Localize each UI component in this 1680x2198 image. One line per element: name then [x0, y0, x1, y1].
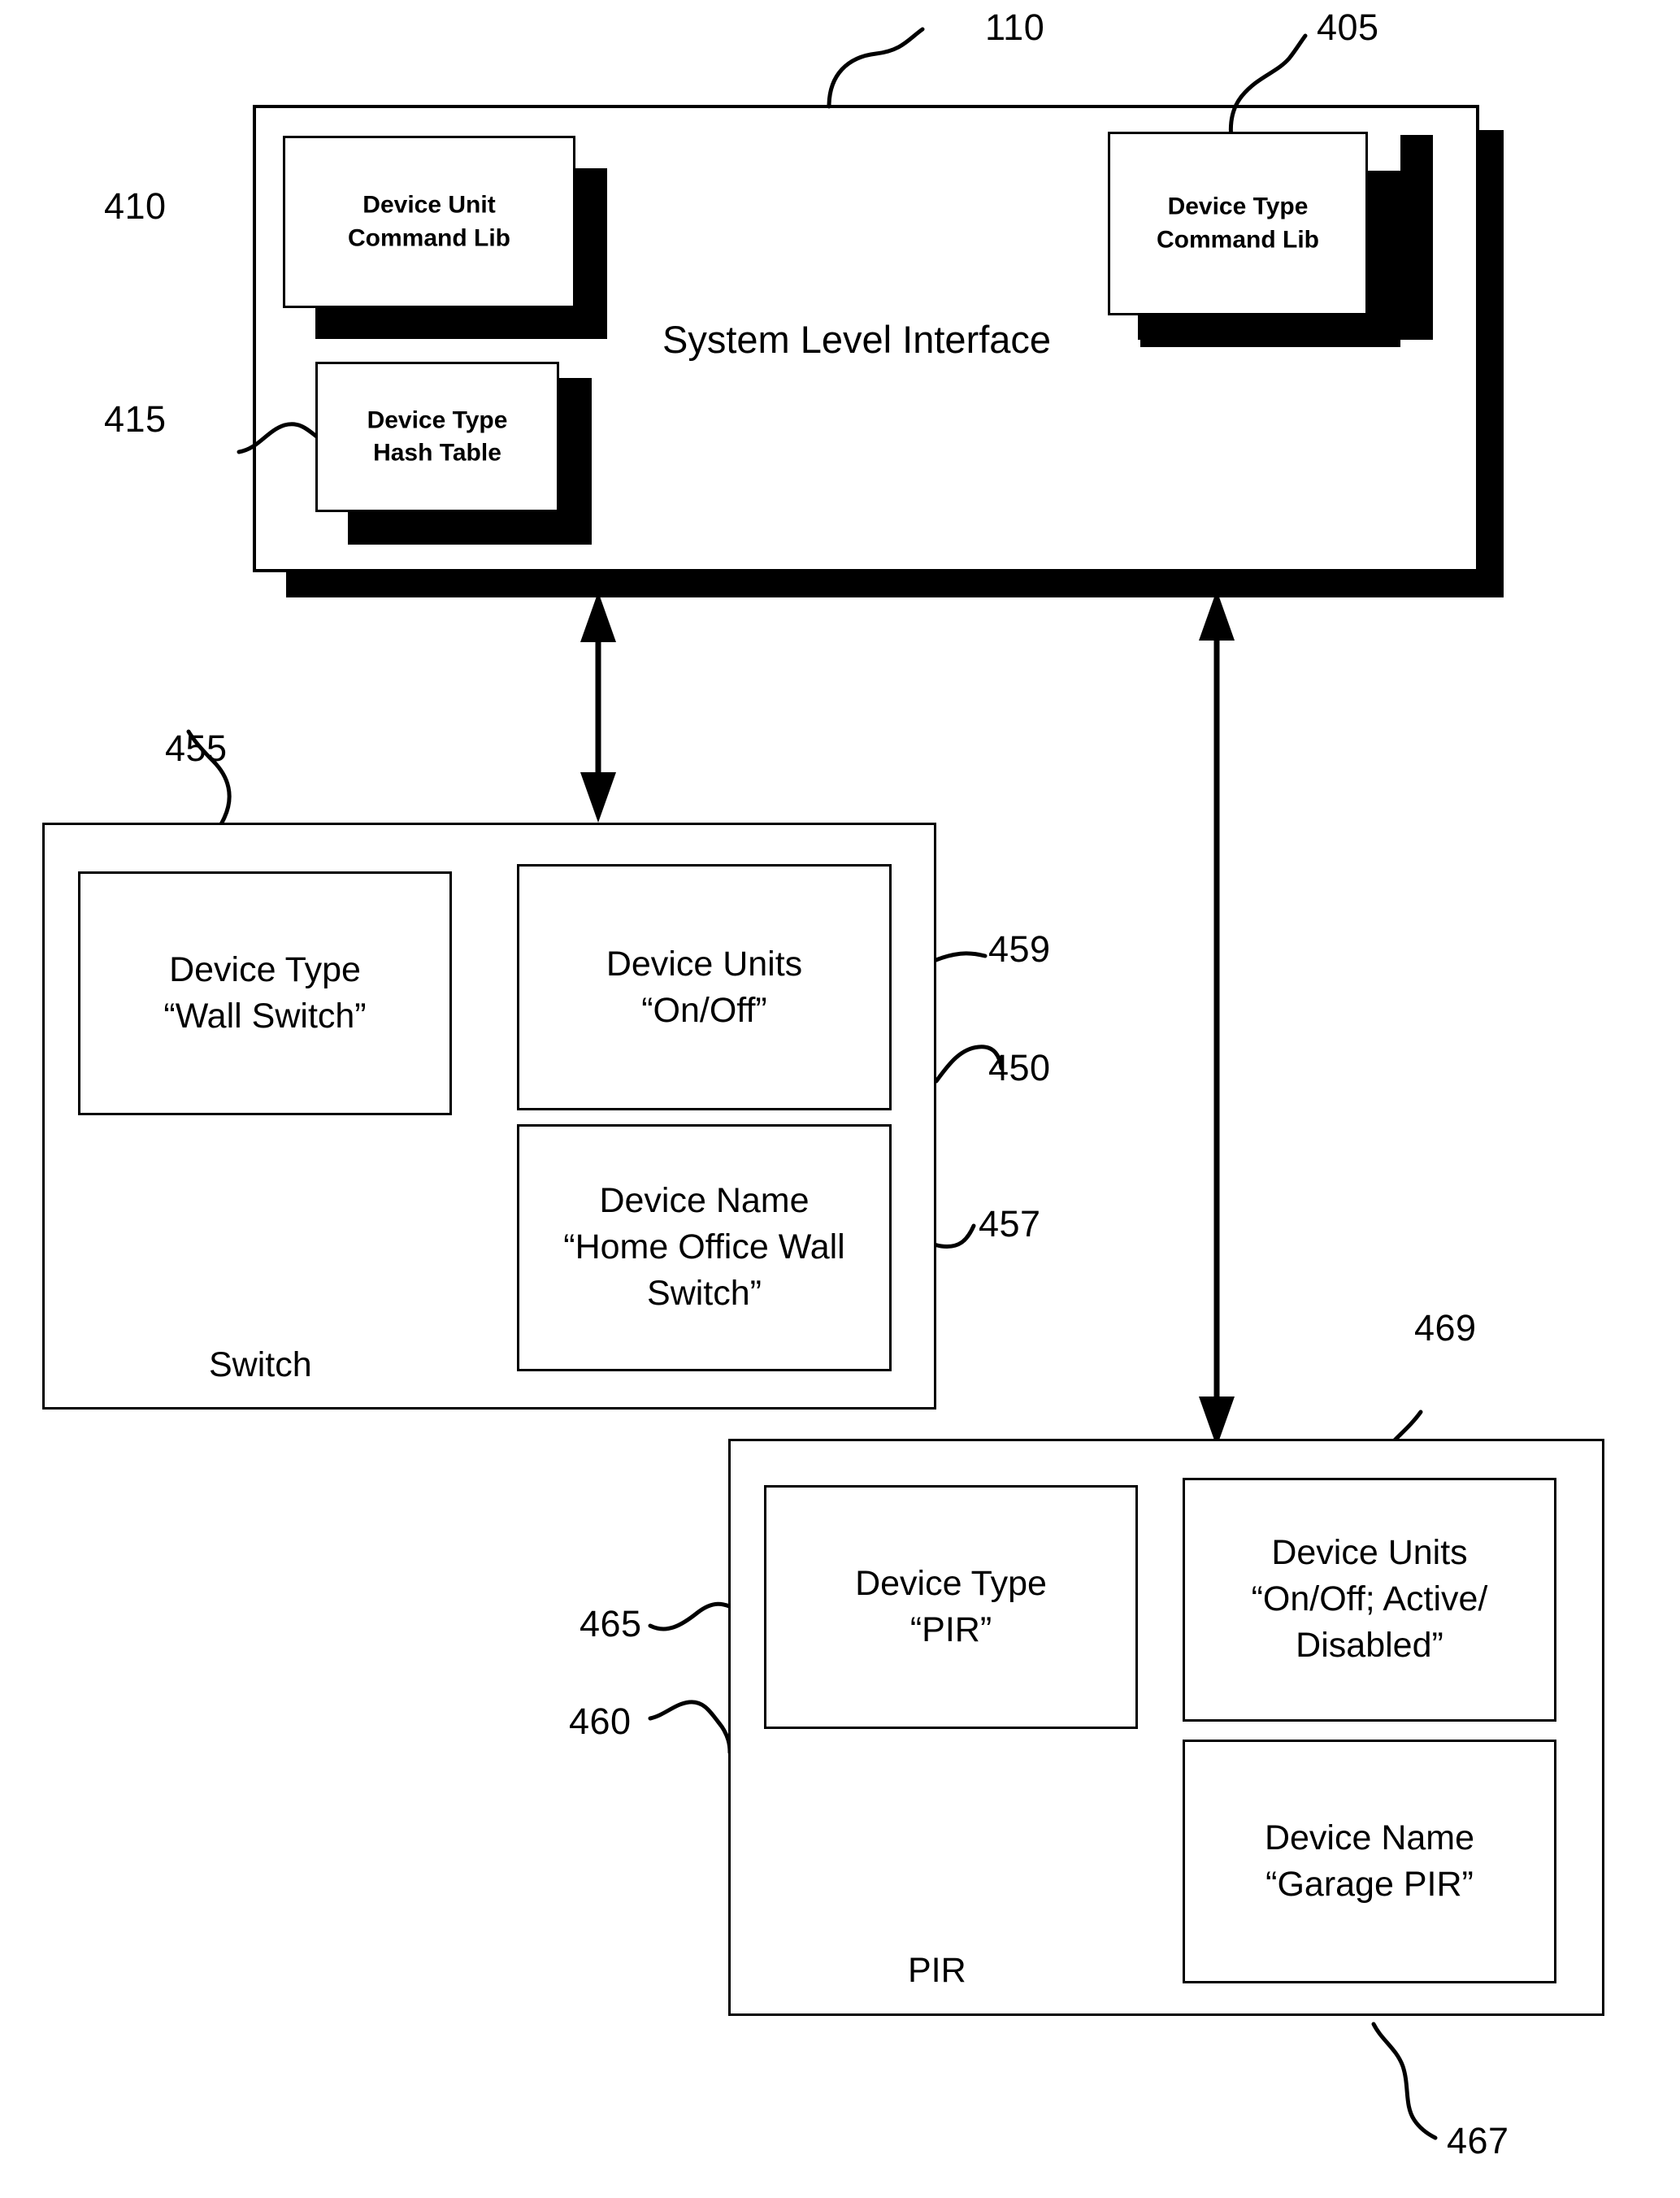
pir-device-name-box: Device Name “Garage PIR” — [1183, 1740, 1556, 1983]
switch-device-type-label: Device Type “Wall Switch” — [163, 949, 367, 1036]
device-type-command-lib-label: Device Type Command Lib — [1157, 193, 1319, 254]
ref-number-467: 467 — [1447, 2120, 1509, 2161]
ref-number-469: 469 — [1414, 1307, 1477, 1349]
system-level-interface-title: System Level Interface — [662, 318, 1052, 361]
switch-device-units-label: Device Units “On/Off” — [606, 944, 803, 1030]
ref-number-460: 460 — [569, 1701, 632, 1742]
connector-sli-switch-arrowhead-up — [580, 592, 616, 642]
switch-device-units-box: Device Units “On/Off” — [517, 864, 892, 1110]
ref-number-415: 415 — [104, 398, 167, 440]
pir-device-type-box: Device Type “PIR” — [764, 1485, 1138, 1729]
leader-line-110 — [827, 27, 925, 109]
device-unit-command-lib-box: Device Unit Command Lib — [283, 136, 575, 308]
device-type-command-lib-box: Device Type Command Lib — [1108, 132, 1368, 315]
patent-figure: System Level Interface 110 Device Unit C… — [0, 0, 1680, 2198]
pir-object-name: PIR — [908, 1951, 966, 1990]
ref-number-405: 405 — [1317, 7, 1379, 48]
ref-number-110: 110 — [985, 7, 1045, 48]
leader-line-467 — [1371, 2022, 1438, 2140]
switch-object-name: Switch — [209, 1345, 312, 1384]
connector-sli-switch-arrowhead-down — [580, 772, 616, 823]
ref-number-465: 465 — [580, 1603, 642, 1644]
device-unit-command-lib-label: Device Unit Command Lib — [348, 191, 510, 252]
pir-device-name-label: Device Name “Garage PIR” — [1264, 1818, 1475, 1904]
pir-device-type-label: Device Type “PIR” — [855, 1563, 1047, 1649]
ref-number-410: 410 — [104, 185, 167, 227]
pir-device-units-label: Device Units “On/Off; Active/ Disabled” — [1251, 1533, 1488, 1666]
device-type-hash-table-box: Device Type Hash Table — [315, 362, 559, 512]
ref-number-455: 455 — [165, 728, 228, 769]
pir-device-units-box: Device Units “On/Off; Active/ Disabled” — [1183, 1478, 1556, 1722]
ref-number-457: 457 — [979, 1203, 1041, 1245]
leader-line-460 — [648, 1700, 732, 1755]
ref-number-459: 459 — [988, 928, 1051, 970]
connector-sli-pir-arrowhead-up — [1199, 590, 1235, 641]
switch-device-name-label: Device Name “Home Office Wall Switch” — [563, 1181, 845, 1314]
switch-device-type-box: Device Type “Wall Switch” — [78, 871, 452, 1115]
ref-number-450: 450 — [988, 1047, 1051, 1088]
device-type-hash-table-label: Device Type Hash Table — [367, 406, 508, 467]
switch-device-name-box: Device Name “Home Office Wall Switch” — [517, 1124, 892, 1371]
